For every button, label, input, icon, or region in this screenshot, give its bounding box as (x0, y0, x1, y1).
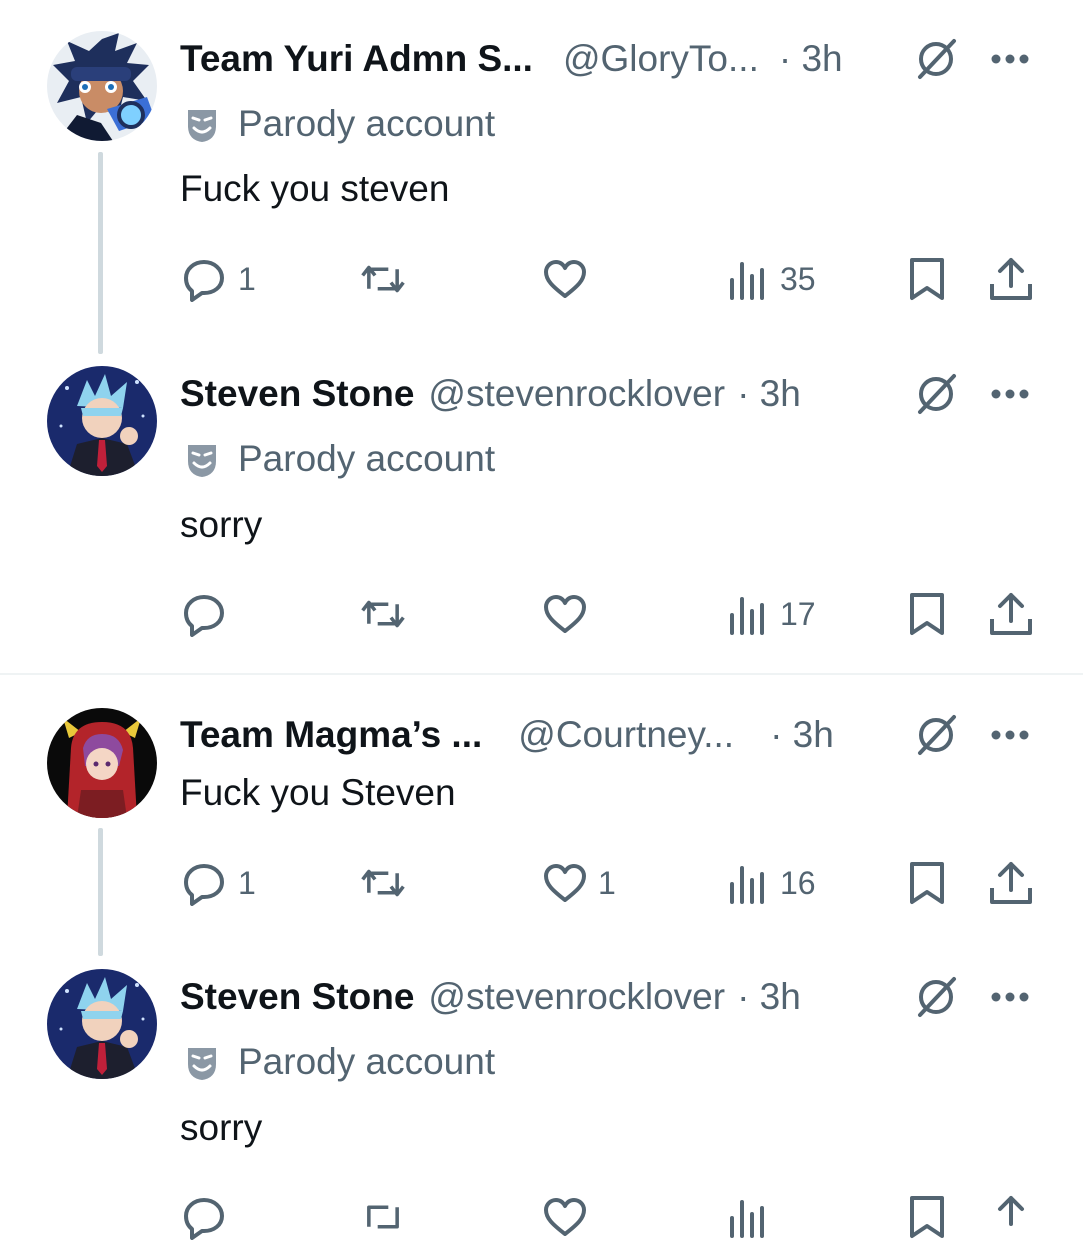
bookmark-button[interactable] (904, 589, 950, 639)
grok-icon[interactable] (912, 370, 960, 418)
avatar[interactable] (47, 708, 157, 818)
retweet-icon (367, 1205, 399, 1229)
reply-icon (184, 1198, 224, 1240)
timestamp[interactable]: · 3h (770, 714, 834, 756)
thread-divider (0, 673, 1083, 675)
bookmark-icon (910, 862, 944, 904)
like-button[interactable]: 1 (542, 858, 616, 908)
parody-mask-icon (188, 110, 216, 142)
header-icons (912, 973, 1030, 1021)
parody-mask-icon (188, 1048, 216, 1080)
like-icon (544, 595, 586, 633)
share-icon (990, 593, 1032, 635)
action-bar: 1 35 (0, 254, 1083, 304)
display-name[interactable]: Steven Stone (180, 976, 414, 1018)
bookmark-button[interactable] (904, 254, 950, 304)
reply-icon (184, 595, 224, 637)
tweet-text: sorry (180, 504, 263, 545)
handle[interactable]: @stevenrocklover (428, 373, 725, 415)
avatar[interactable] (47, 366, 157, 476)
avatar[interactable] (47, 31, 157, 141)
header-icons (912, 370, 1030, 418)
tweet-header: Steven Stone @stevenrocklover · 3h (180, 370, 801, 418)
more-icon[interactable] (990, 991, 1030, 1003)
handle[interactable]: @stevenrocklover (428, 976, 725, 1018)
parody-label: Parody account (182, 436, 495, 482)
action-bar: 1 1 16 (0, 858, 1083, 908)
bookmark-icon (910, 258, 944, 300)
reply-icon (184, 260, 224, 302)
reply-count: 1 (238, 864, 256, 901)
like-button[interactable] (542, 254, 598, 304)
reply-button[interactable]: 1 (182, 858, 256, 908)
header-icons (912, 35, 1030, 83)
timestamp[interactable]: · 3h (779, 38, 843, 80)
retweet-button[interactable] (360, 589, 416, 639)
header-icons (912, 711, 1030, 759)
parody-label-text: Parody account (238, 438, 496, 479)
tweet-text: Fuck you steven (180, 168, 450, 209)
retweet-icon (361, 869, 405, 897)
thread-line (98, 152, 103, 354)
share-button[interactable] (988, 858, 1034, 908)
like-count: 1 (598, 864, 616, 901)
tweet-header: Team Yuri Admn S... @GloryTo... · 3h (180, 35, 843, 83)
tweet-text: sorry (180, 1107, 263, 1148)
grok-icon[interactable] (912, 973, 960, 1021)
bookmark-icon (910, 593, 944, 635)
views-button[interactable]: 35 (724, 254, 816, 304)
share-icon (990, 258, 1032, 300)
reply-button[interactable]: 1 (182, 254, 256, 304)
retweet-icon (361, 265, 405, 293)
timestamp[interactable]: · 3h (737, 976, 801, 1018)
like-button[interactable] (542, 589, 598, 639)
bookmark-button[interactable] (904, 858, 950, 908)
parody-label: Parody account (182, 1039, 495, 1085)
display-name[interactable]: Team Magma’s ... (180, 714, 482, 756)
view-count: 16 (780, 864, 816, 901)
reply-button[interactable] (182, 589, 238, 639)
parody-label-text: Parody account (238, 1041, 496, 1082)
display-name[interactable]: Team Yuri Admn S... (180, 38, 533, 80)
views-icon (730, 262, 764, 300)
more-icon[interactable] (990, 388, 1030, 400)
like-icon (544, 864, 586, 902)
views-icon (730, 597, 764, 635)
retweet-icon (361, 600, 405, 628)
views-button[interactable]: 16 (724, 858, 816, 908)
reply-icon (184, 864, 224, 906)
timestamp[interactable]: · 3h (737, 373, 801, 415)
display-name[interactable]: Steven Stone (180, 373, 414, 415)
tweet-header: Team Magma’s ... @Courtney... · 3h (180, 711, 834, 759)
retweet-button[interactable] (360, 254, 416, 304)
share-icon (998, 1196, 1024, 1226)
grok-icon[interactable] (912, 711, 960, 759)
share-button[interactable] (988, 254, 1034, 304)
like-icon (544, 260, 586, 298)
handle[interactable]: @Courtney... (518, 714, 734, 756)
tweet-text: Fuck you Steven (180, 772, 456, 813)
parody-label: Parody account (182, 101, 495, 147)
views-button[interactable]: 17 (724, 589, 816, 639)
handle[interactable]: @GloryTo... (563, 38, 759, 80)
share-button[interactable] (988, 589, 1034, 639)
parody-mask-icon (188, 445, 216, 477)
views-icon (730, 866, 764, 904)
share-icon (990, 862, 1032, 904)
retweet-button[interactable] (360, 858, 416, 908)
parody-label-text: Parody account (238, 103, 496, 144)
reply-count: 1 (238, 260, 256, 297)
views-icon (730, 1200, 764, 1238)
tweet-header: Steven Stone @stevenrocklover · 3h (180, 973, 801, 1021)
avatar[interactable] (47, 969, 157, 1079)
view-count: 17 (780, 595, 816, 632)
action-bar: 17 (0, 589, 1083, 639)
view-count: 35 (780, 260, 816, 297)
more-icon[interactable] (990, 53, 1030, 65)
like-icon (544, 1198, 586, 1236)
bookmark-icon (910, 1196, 944, 1238)
more-icon[interactable] (990, 729, 1030, 741)
grok-icon[interactable] (912, 35, 960, 83)
